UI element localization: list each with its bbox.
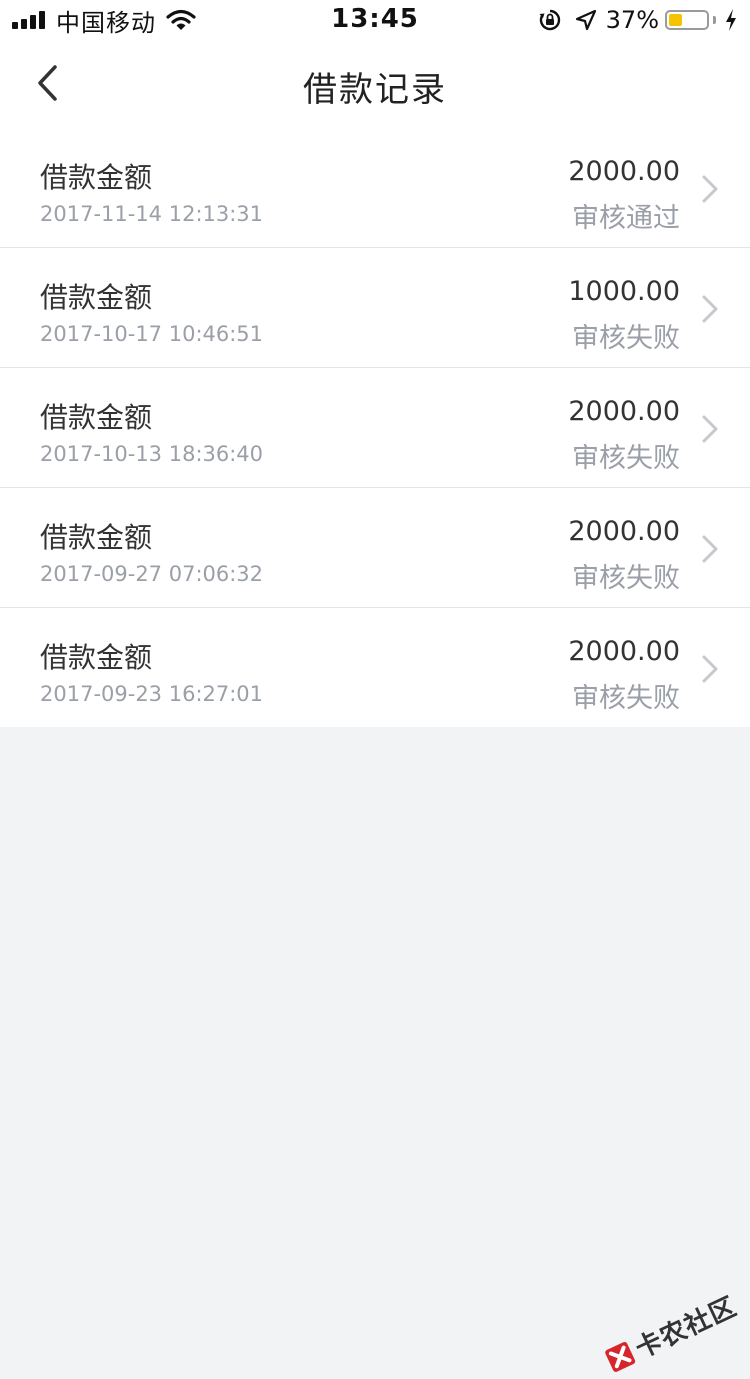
record-amount: 2000.00 bbox=[568, 516, 680, 547]
record-status: 审核失败 bbox=[572, 323, 680, 354]
loan-record-list: 借款金额 2017-11-14 12:13:31 2000.00 审核通过 借款… bbox=[0, 128, 750, 727]
page-title: 借款记录 bbox=[303, 70, 447, 110]
loan-record-row[interactable]: 借款金额 2017-09-23 16:27:01 2000.00 审核失败 bbox=[0, 608, 750, 727]
chevron-right-icon bbox=[702, 175, 718, 203]
chevron-right-icon bbox=[702, 535, 718, 563]
record-status: 审核失败 bbox=[572, 683, 680, 714]
chevron-right-icon bbox=[702, 295, 718, 323]
chevron-right-icon bbox=[702, 655, 718, 683]
chevron-right-icon bbox=[702, 415, 718, 443]
watermark: 卡农社区 bbox=[599, 1286, 742, 1379]
battery-icon bbox=[665, 10, 709, 30]
battery-level-fill bbox=[669, 14, 683, 26]
record-datetime: 2017-09-27 07:06:32 bbox=[40, 562, 264, 586]
battery-percent: 37% bbox=[605, 6, 659, 34]
loan-record-row[interactable]: 借款金额 2017-09-27 07:06:32 2000.00 审核失败 bbox=[0, 488, 750, 608]
record-label: 借款金额 bbox=[40, 521, 153, 554]
status-right: 37% bbox=[538, 5, 738, 35]
loan-record-row[interactable]: 借款金额 2017-11-14 12:13:31 2000.00 审核通过 bbox=[0, 128, 750, 248]
record-label: 借款金额 bbox=[40, 281, 153, 314]
status-bar: 中国移动 13:45 37% bbox=[0, 0, 750, 40]
record-amount: 2000.00 bbox=[568, 636, 680, 667]
record-status: 审核失败 bbox=[572, 563, 680, 594]
watermark-text: 卡农社区 bbox=[631, 1291, 742, 1365]
record-amount: 2000.00 bbox=[568, 156, 680, 187]
record-label: 借款金额 bbox=[40, 161, 153, 194]
record-label: 借款金额 bbox=[40, 401, 153, 434]
battery-tip bbox=[713, 16, 716, 24]
record-datetime: 2017-09-23 16:27:01 bbox=[40, 682, 264, 706]
record-datetime: 2017-11-14 12:13:31 bbox=[40, 202, 264, 226]
record-amount: 2000.00 bbox=[568, 396, 680, 427]
record-datetime: 2017-10-17 10:46:51 bbox=[40, 322, 264, 346]
record-status: 审核失败 bbox=[572, 443, 680, 474]
charging-bolt-icon bbox=[726, 9, 736, 31]
record-datetime: 2017-10-13 18:36:40 bbox=[40, 442, 264, 466]
nav-bar: 借款记录 bbox=[0, 40, 750, 128]
record-amount: 1000.00 bbox=[568, 276, 680, 307]
location-arrow-icon bbox=[575, 9, 596, 31]
record-label: 借款金额 bbox=[40, 641, 153, 674]
loan-record-row[interactable]: 借款金额 2017-10-13 18:36:40 2000.00 审核失败 bbox=[0, 368, 750, 488]
orientation-lock-icon bbox=[539, 9, 560, 31]
record-status: 审核通过 bbox=[572, 203, 680, 234]
loan-record-row[interactable]: 借款金额 2017-10-17 10:46:51 1000.00 审核失败 bbox=[0, 248, 750, 368]
